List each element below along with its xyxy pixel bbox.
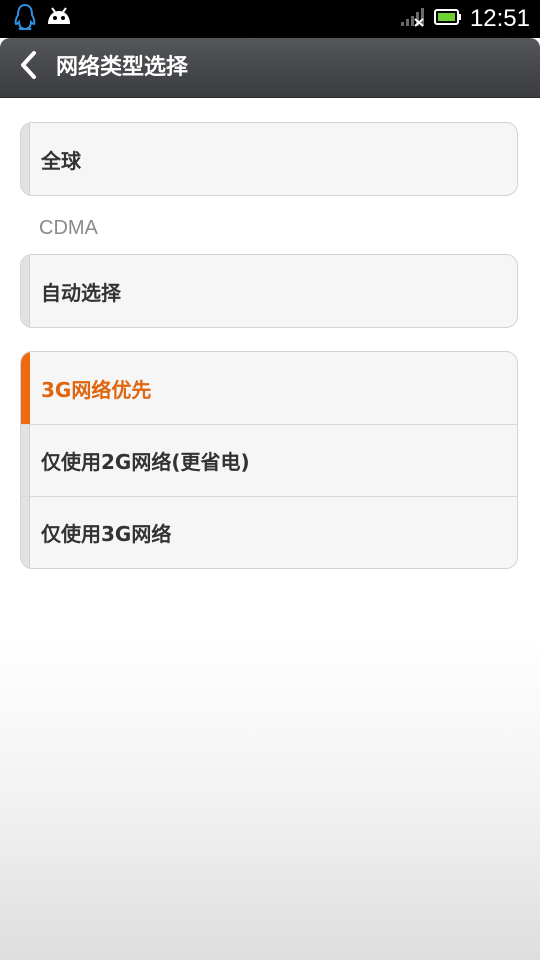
page-title: 网络类型选择: [56, 55, 189, 80]
option-label: 全球: [41, 148, 81, 173]
system-icons: 12:51: [400, 0, 530, 38]
android-icon: [46, 6, 72, 32]
battery-icon: [433, 9, 462, 29]
selection-marker: [21, 352, 30, 424]
signal-strength-icon: [400, 7, 426, 31]
option-auto-select[interactable]: 自动选择: [21, 255, 517, 327]
selection-marker: [21, 255, 30, 327]
clock: 12:51: [469, 5, 530, 32]
option-global[interactable]: 全球: [21, 123, 517, 195]
option-label: 3G网络优先: [41, 377, 152, 402]
option-2g-only[interactable]: 仅使用2G网络(更省电): [21, 424, 517, 496]
option-label: 自动选择: [41, 280, 121, 305]
option-label: 仅使用3G网络: [41, 522, 172, 546]
notification-icons: [14, 3, 72, 35]
title-bar: 网络类型选择: [0, 38, 540, 97]
qq-penguin-icon: [14, 3, 36, 35]
option-label: 仅使用2G网络(更省电): [41, 450, 250, 474]
back-button[interactable]: [12, 50, 46, 84]
network-group-cdma: 自动选择: [20, 254, 518, 328]
option-3g-only[interactable]: 仅使用3G网络: [21, 496, 517, 568]
selection-marker: [21, 497, 30, 568]
option-3g-preferred[interactable]: 3G网络优先: [21, 352, 517, 424]
network-group-mode: 3G网络优先 仅使用2G网络(更省电) 仅使用3G网络: [20, 351, 518, 569]
chevron-left-icon: [19, 50, 39, 84]
status-bar: 12:51: [0, 0, 540, 38]
network-group-global: 全球: [20, 122, 518, 196]
section-header-cdma: CDMA: [39, 217, 98, 239]
selection-marker: [21, 123, 30, 195]
selection-marker: [21, 425, 30, 496]
